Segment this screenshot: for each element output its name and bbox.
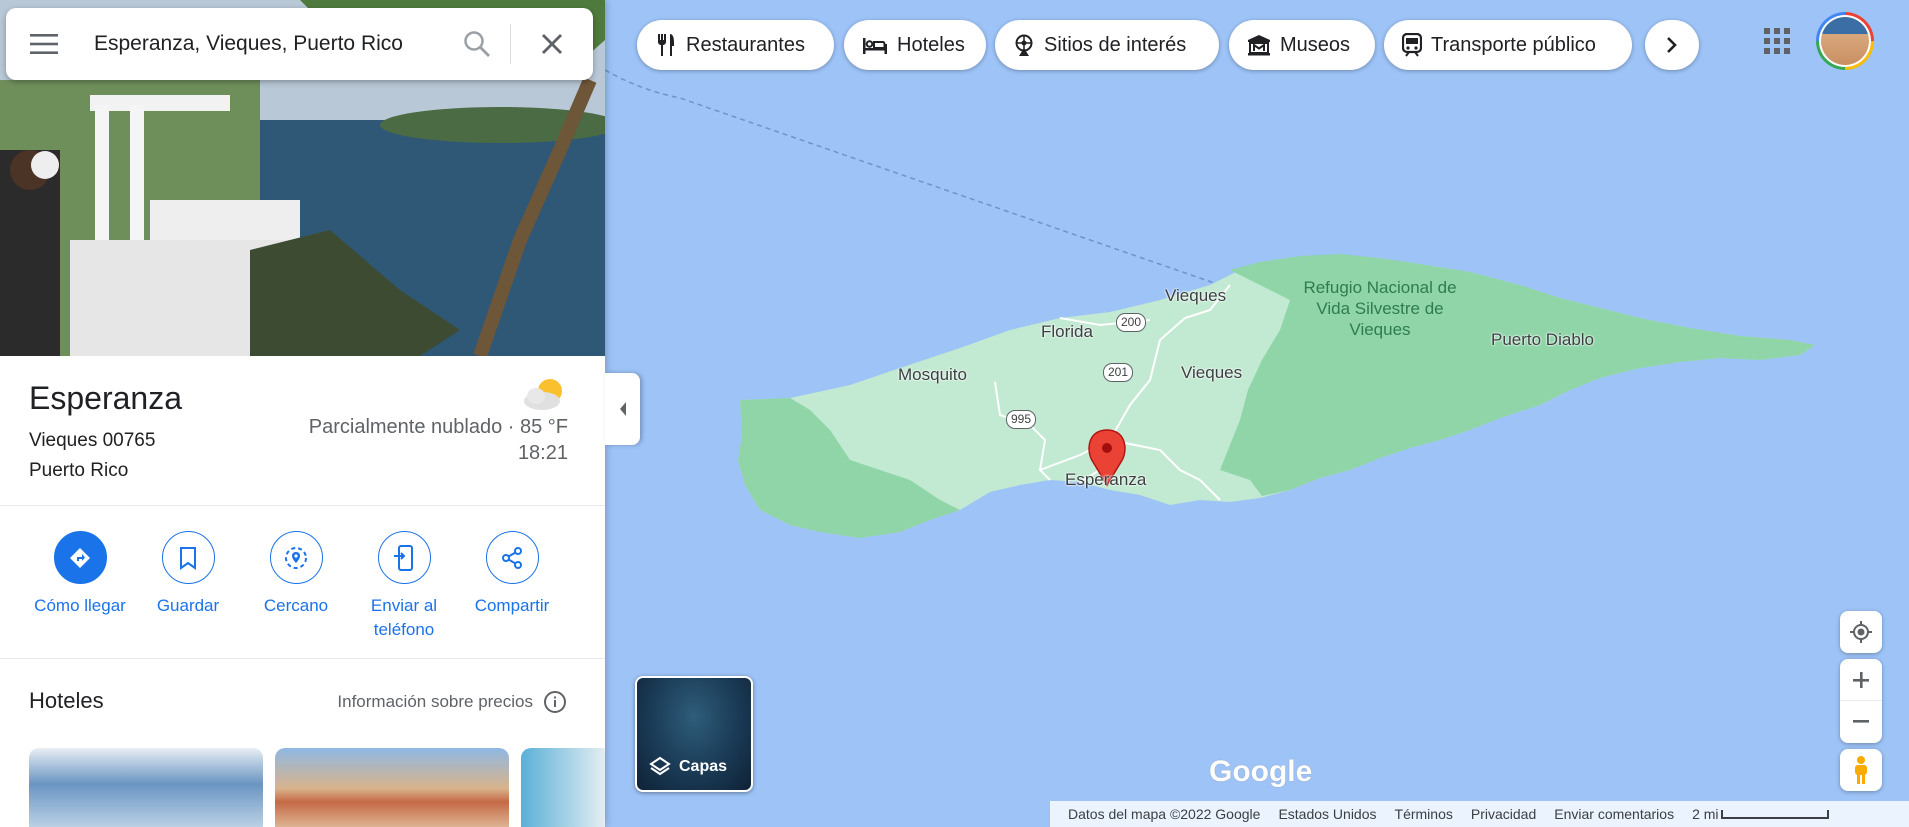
hamburger-icon <box>30 34 58 54</box>
chip-sitios-de-interes[interactable]: Sitios de interés <box>995 20 1219 70</box>
hotel-icon <box>863 38 887 54</box>
layers-label-group: Capas <box>649 756 727 778</box>
address-line-2: Puerto Rico <box>29 460 129 481</box>
chip-hoteles[interactable]: Hoteles <box>844 20 986 70</box>
map-label-mosquito[interactable]: Mosquito <box>898 365 967 385</box>
privacy-link[interactable]: Privacidad <box>1471 806 1536 822</box>
chevron-right-icon <box>1667 37 1677 53</box>
share-icon <box>502 546 522 569</box>
place-header: Esperanza Vieques 00765 Puerto Rico Parc… <box>0 356 605 506</box>
zoom-in-button[interactable] <box>1840 659 1882 701</box>
apps-grid-icon <box>1764 28 1790 54</box>
chip-label: Museos <box>1280 33 1351 56</box>
chip-restaurantes[interactable]: Restaurantes <box>637 20 834 70</box>
attraction-icon <box>1015 34 1033 56</box>
chip-label: Sitios de interés <box>1044 33 1187 56</box>
clear-search-button[interactable] <box>511 8 593 80</box>
share-button[interactable]: Compartir <box>452 531 572 618</box>
chips-next-button[interactable] <box>1645 20 1699 70</box>
bookmark-icon <box>180 546 196 570</box>
road-shield-201: 201 <box>1103 363 1133 382</box>
ferry-route <box>604 69 1221 286</box>
layers-button[interactable]: Capas <box>635 676 753 792</box>
save-label: Guardar <box>156 596 220 615</box>
chip-museos[interactable]: Museos <box>1229 20 1375 70</box>
hotel-card[interactable] <box>521 748 605 827</box>
collapse-panel-button[interactable] <box>605 373 640 445</box>
map-label-refugio[interactable]: Refugio Nacional de Vida Silvestre de Vi… <box>1300 277 1460 340</box>
send-to-phone-button[interactable]: Enviar al teléfono <box>344 531 464 642</box>
chip-label: Transporte público <box>1431 33 1596 56</box>
directions-button[interactable]: Cómo llegar <box>20 531 140 618</box>
apps-button[interactable] <box>1762 26 1792 56</box>
feedback-link[interactable]: Enviar comentarios <box>1554 806 1674 822</box>
map-label-florida[interactable]: Florida <box>1041 322 1093 342</box>
place-title: Esperanza <box>29 380 182 416</box>
search-box: Esperanza, Vieques, Puerto Rico <box>6 8 593 80</box>
map-footer: Datos del mapa ©2022 Google Estados Unid… <box>1050 801 1909 827</box>
nearby-button[interactable]: Cercano <box>236 531 356 618</box>
nearby-icon <box>285 546 307 569</box>
my-location-button[interactable] <box>1840 611 1882 653</box>
hotels-section: Hoteles Información sobre precios <box>0 660 605 827</box>
scale-label[interactable]: 2 mi <box>1692 806 1718 822</box>
maps-app: Vieques Florida Mosquito Vieques Esperan… <box>0 0 1909 827</box>
local-time: 18:21 <box>517 442 568 464</box>
menu-button[interactable] <box>6 8 82 80</box>
info-icon <box>544 691 566 713</box>
restaurant-icon <box>658 34 674 56</box>
road-shield-200: 200 <box>1116 313 1146 332</box>
terms-link[interactable]: Términos <box>1395 806 1453 822</box>
partly-cloudy-icon <box>524 379 562 410</box>
map-label-puerto-diablo[interactable]: Puerto Diablo <box>1491 330 1594 350</box>
share-label: Compartir <box>474 596 550 615</box>
pegman-icon <box>1855 756 1867 784</box>
search-button[interactable] <box>444 8 510 80</box>
minus-icon <box>1853 720 1869 723</box>
send-to-phone-icon <box>394 544 413 571</box>
hotel-card[interactable] <box>29 748 263 827</box>
search-input[interactable]: Esperanza, Vieques, Puerto Rico <box>82 32 444 56</box>
chip-label: Restaurantes <box>686 33 805 56</box>
hotels-title: Hoteles <box>29 688 104 713</box>
account-avatar[interactable] <box>1816 12 1874 70</box>
save-button[interactable]: Guardar <box>128 531 248 618</box>
send-to-phone-label: Enviar al teléfono <box>370 596 438 639</box>
map-label-esperanza[interactable]: Esperanza <box>1065 470 1146 490</box>
price-info-label: Información sobre precios <box>337 692 533 711</box>
zoom-out-button[interactable] <box>1840 701 1882 743</box>
search-icon <box>464 31 490 57</box>
zoom-controls <box>1840 659 1882 743</box>
street-view-pegman[interactable] <box>1840 749 1882 791</box>
my-location-icon <box>1850 621 1872 643</box>
weather-text: Parcialmente nublado · 85 °F <box>308 416 568 438</box>
nearby-label: Cercano <box>263 596 329 615</box>
map-data-attribution: Datos del mapa ©2022 Google <box>1068 806 1261 822</box>
side-panel: Esperanza, Vieques, Puerto Rico Esperanz… <box>0 0 605 827</box>
museum-icon <box>1248 35 1270 56</box>
action-bar: Cómo llegar Guardar Cercano Enviar al te… <box>0 507 605 659</box>
road-shield-995: 995 <box>1006 410 1036 429</box>
map-label-vieques-north[interactable]: Vieques <box>1165 286 1226 306</box>
address-line-1: Vieques 00765 <box>29 430 156 451</box>
layers-icon <box>649 756 671 776</box>
close-icon <box>542 34 562 54</box>
map-label-vieques-center[interactable]: Vieques <box>1181 363 1242 383</box>
scale-bar <box>1720 809 1829 819</box>
directions-icon <box>70 547 90 568</box>
avatar-photo <box>1821 17 1869 65</box>
transit-icon <box>1402 33 1422 57</box>
chevron-left-icon <box>619 402 626 416</box>
directions-label: Cómo llegar <box>34 596 126 615</box>
plus-icon <box>1853 671 1869 688</box>
country-link[interactable]: Estados Unidos <box>1278 806 1376 822</box>
layers-label: Capas <box>679 758 728 775</box>
chip-label: Hoteles <box>897 33 965 56</box>
google-logo: Google <box>1209 755 1313 788</box>
chip-transporte-publico[interactable]: Transporte público <box>1384 20 1632 70</box>
hotel-card[interactable] <box>275 748 509 827</box>
price-info-button[interactable]: Información sobre precios <box>337 690 567 714</box>
